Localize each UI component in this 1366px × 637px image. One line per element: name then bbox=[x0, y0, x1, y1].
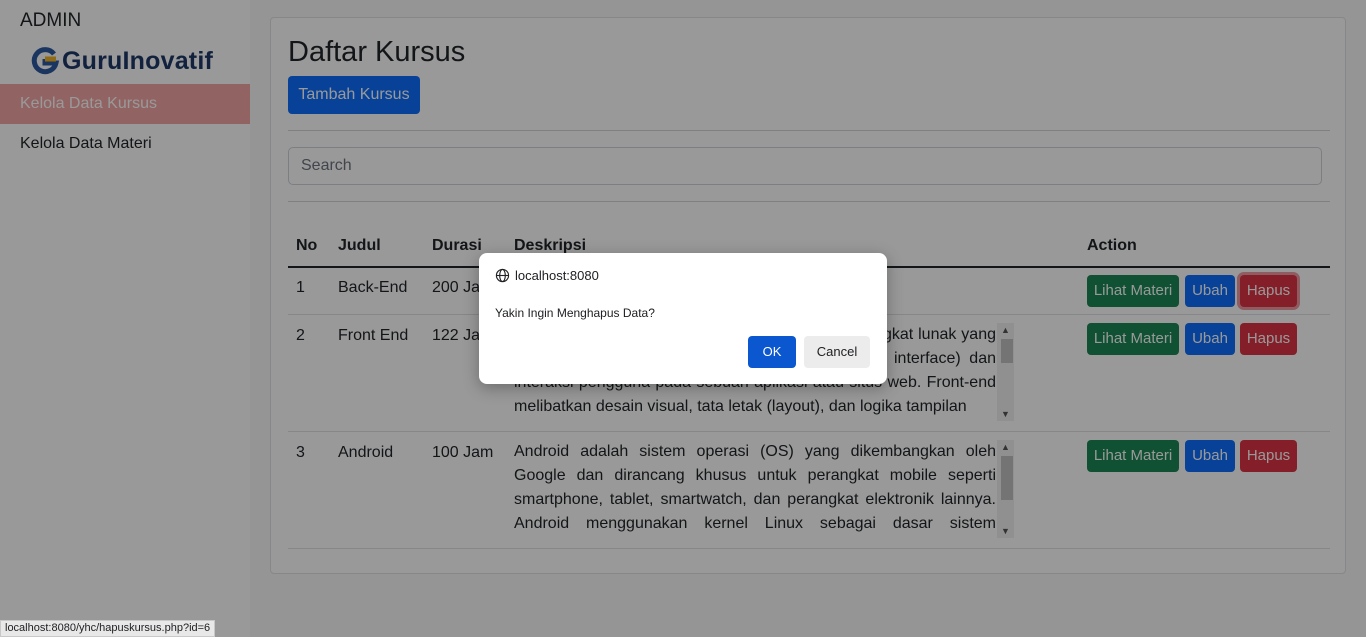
dialog-message: Yakin Ingin Menghapus Data? bbox=[495, 306, 655, 320]
dialog-header: localhost:8080 bbox=[495, 268, 599, 283]
cancel-button[interactable]: Cancel bbox=[804, 336, 870, 368]
confirm-dialog: localhost:8080 Yakin Ingin Menghapus Dat… bbox=[479, 253, 887, 384]
dialog-origin: localhost:8080 bbox=[515, 268, 599, 283]
status-bar-url: localhost:8080/yhc/hapuskursus.php?id=6 bbox=[0, 620, 216, 637]
globe-icon bbox=[495, 268, 510, 283]
ok-button[interactable]: OK bbox=[748, 336, 796, 368]
